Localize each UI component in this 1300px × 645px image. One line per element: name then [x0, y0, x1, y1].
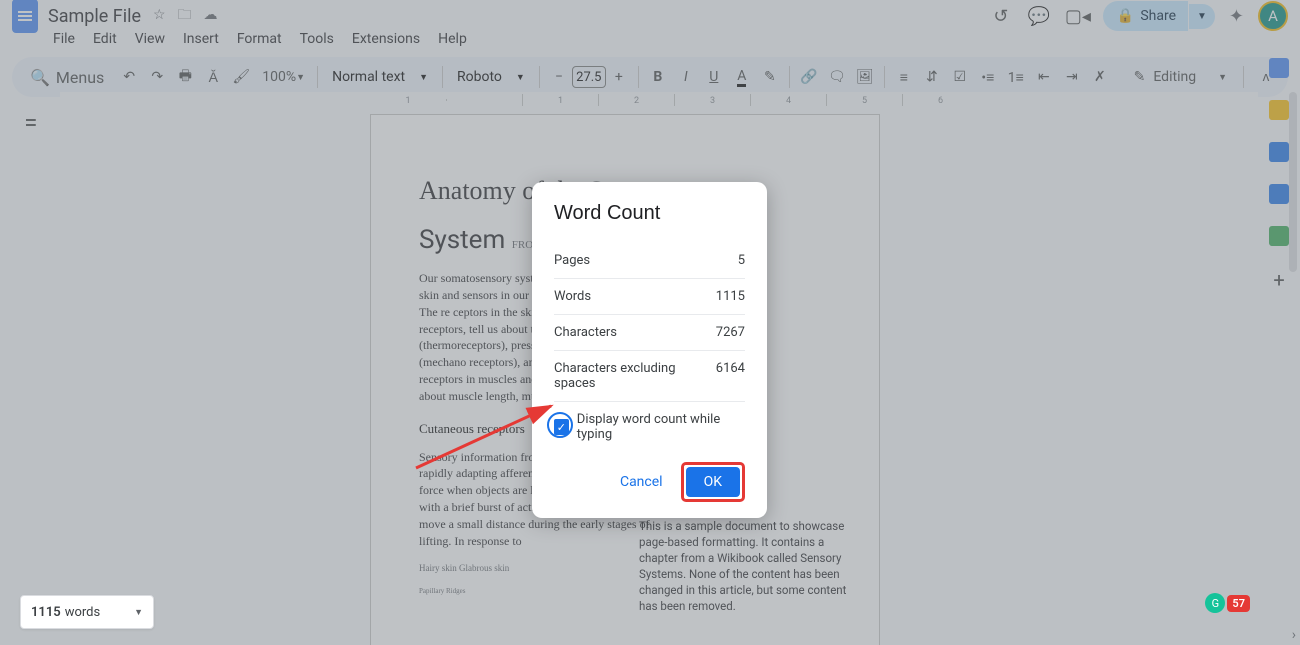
ok-button[interactable]: OK — [686, 467, 740, 497]
stat-chars-nospace: Characters excluding spaces6164 — [554, 351, 745, 402]
word-count-pill[interactable]: 1115 words ▼ — [20, 595, 154, 629]
annotation-ok-highlight: OK — [681, 462, 745, 502]
wc-count: 1115 — [31, 605, 61, 620]
word-count-dialog: Word Count Pages5 Words1115 Characters72… — [532, 182, 767, 518]
wc-label: words — [65, 605, 101, 620]
dialog-title: Word Count — [554, 202, 745, 225]
stat-chars: Characters7267 — [554, 315, 745, 351]
display-while-typing-checkbox[interactable]: ✓ — [554, 419, 569, 435]
grammarly-badge[interactable]: G 57 — [1205, 593, 1250, 613]
stat-pages: Pages5 — [554, 243, 745, 279]
chevron-down-icon: ▼ — [134, 607, 143, 618]
checkbox-label: Display word count while typing — [577, 412, 745, 442]
stat-words: Words1115 — [554, 279, 745, 315]
grammarly-icon: G — [1205, 593, 1225, 613]
grammarly-count: 57 — [1227, 595, 1250, 612]
cancel-button[interactable]: Cancel — [612, 468, 671, 496]
annotation-circle — [547, 412, 573, 438]
